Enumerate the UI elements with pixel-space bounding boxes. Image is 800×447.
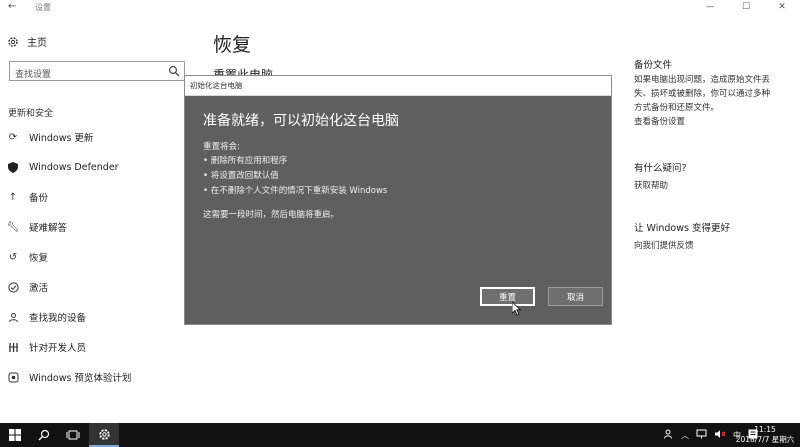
sidebar-item-label: 恢复 xyxy=(29,253,49,264)
cancel-button[interactable]: 取消 xyxy=(548,287,603,306)
task-view-icon xyxy=(66,430,80,440)
nav-home-label: 主页 xyxy=(27,38,47,49)
backup-text-line: 如果电脑出现问题，造成原始文件丢 xyxy=(634,75,771,85)
upload-icon: ↑ xyxy=(8,191,18,203)
sidebar-item-activation[interactable]: 激活 xyxy=(7,279,48,295)
taskbar: ︿ 中 11:15 2018/7/7 星期六 xyxy=(0,423,800,447)
wrench-icon: 🔧︎ xyxy=(6,221,20,233)
chevron-up-icon[interactable]: ︿ xyxy=(681,430,689,441)
get-help-link[interactable]: 获取帮助 xyxy=(634,179,794,193)
dialog-intro: 重置将会: xyxy=(203,142,240,152)
feedback-link[interactable]: 向我们提供反馈 xyxy=(634,239,794,253)
feedback-panel: 让 Windows 变得更好 向我们提供反馈 xyxy=(634,222,794,253)
maximize-button[interactable]: ☐ xyxy=(728,0,764,14)
sidebar-item-label: Windows Defender xyxy=(29,161,119,173)
window-titlebar: ← 设置 — ☐ ✕ xyxy=(0,0,800,14)
sidebar-item-for-developers[interactable]: 针对开发人员 xyxy=(7,339,86,355)
shield-icon xyxy=(7,161,19,173)
sidebar-item-label: 备份 xyxy=(29,193,49,204)
sidebar-item-label: Windows 更新 xyxy=(29,133,94,144)
check-circle-icon xyxy=(7,281,19,293)
start-button[interactable] xyxy=(0,423,30,447)
volume-mute-icon[interactable] xyxy=(714,429,726,441)
reset-pc-dialog: 初始化这台电脑 准备就绪，可以初始化这台电脑 重置将会: 删除所有应用和程序 将… xyxy=(185,76,611,324)
sidebar-item-insider-program[interactable]: Windows 预览体验计划 xyxy=(7,369,131,385)
mouse-cursor-icon xyxy=(512,302,522,316)
sidebar-item-windows-defender[interactable]: Windows Defender xyxy=(7,159,119,175)
task-view-button[interactable] xyxy=(58,423,88,447)
gear-icon xyxy=(98,428,110,440)
insider-icon xyxy=(7,371,19,383)
settings-taskbar-button[interactable] xyxy=(89,423,119,447)
sidebar-item-backup[interactable]: ↑ 备份 xyxy=(7,189,48,205)
developer-icon xyxy=(7,341,19,353)
taskbar-clock[interactable]: 11:15 2018/7/7 星期六 xyxy=(734,425,796,445)
search-box[interactable] xyxy=(9,61,185,84)
dialog-bullet: 在不删除个人文件的情况下重新安装 Windows xyxy=(203,184,388,199)
nav-section-title: 更新和安全 xyxy=(8,109,54,119)
search-taskbar-button[interactable] xyxy=(29,423,59,447)
backup-panel: 备份文件 如果电脑出现问题，造成原始文件丢 失、损坏或被删除，你可以通过多种 方… xyxy=(634,59,794,129)
sidebar-item-label: 针对开发人员 xyxy=(29,343,87,354)
minimize-button[interactable]: — xyxy=(692,0,728,14)
dialog-note: 这需要一段时间，然后电脑将重启。 xyxy=(203,210,340,220)
dialog-bullet: 删除所有应用和程序 xyxy=(203,154,387,169)
clock-time: 11:15 xyxy=(754,425,776,434)
dialog-titlebar: 初始化这台电脑 xyxy=(185,76,611,96)
nav-home[interactable]: 主页 xyxy=(7,34,47,49)
history-icon: ↺ xyxy=(8,251,18,263)
close-button[interactable]: ✕ xyxy=(764,0,800,14)
dialog-heading: 准备就绪，可以初始化这台电脑 xyxy=(203,113,399,129)
sidebar-item-troubleshoot[interactable]: 🔧︎ 疑难解答 xyxy=(7,219,67,235)
sidebar-item-recovery[interactable]: ↺ 恢复 xyxy=(7,249,48,265)
window-title: 设置 xyxy=(35,3,51,12)
people-icon[interactable] xyxy=(664,429,674,441)
sidebar-item-label: 疑难解答 xyxy=(29,223,68,234)
refresh-icon: ⟳ xyxy=(8,131,18,143)
window-controls: — ☐ ✕ xyxy=(692,0,800,14)
backup-text-line: 失、损坏或被删除，你可以通过多种 xyxy=(634,89,771,99)
question-heading: 有什么疑问? xyxy=(634,163,687,174)
search-icon xyxy=(38,429,50,441)
backup-heading: 备份文件 xyxy=(634,60,673,71)
search-icon[interactable] xyxy=(168,65,180,77)
windows-logo-icon xyxy=(9,429,21,441)
clock-date: 2018/7/7 星期六 xyxy=(735,435,795,444)
help-panel: 有什么疑问? 获取帮助 xyxy=(634,162,794,193)
page-title: 恢复 xyxy=(213,34,252,56)
person-pin-icon xyxy=(7,311,19,323)
search-input[interactable] xyxy=(10,66,165,84)
sidebar-item-label: Windows 预览体验计划 xyxy=(29,373,132,384)
sidebar-item-label: 激活 xyxy=(29,283,49,294)
back-arrow-icon[interactable]: ← xyxy=(8,1,16,12)
reset-button[interactable]: 重置 xyxy=(480,287,535,306)
improve-heading: 让 Windows 变得更好 xyxy=(634,223,730,234)
sidebar-item-windows-update[interactable]: ⟳ Windows 更新 xyxy=(7,129,94,145)
sidebar-item-find-my-device[interactable]: 查找我的设备 xyxy=(7,309,86,325)
dialog-bullet: 将设置改回默认值 xyxy=(203,169,387,184)
sidebar-item-label: 查找我的设备 xyxy=(29,313,87,324)
dialog-bullet-list: 删除所有应用和程序 将设置改回默认值 在不删除个人文件的情况下重新安装 Wind… xyxy=(203,154,388,199)
backup-settings-link[interactable]: 查看备份设置 xyxy=(634,115,794,129)
backup-text-line: 方式备份和还原文件。 xyxy=(634,103,720,113)
network-icon[interactable] xyxy=(696,429,707,441)
dialog-title: 初始化这台电脑 xyxy=(190,81,243,90)
gear-icon xyxy=(8,36,18,47)
